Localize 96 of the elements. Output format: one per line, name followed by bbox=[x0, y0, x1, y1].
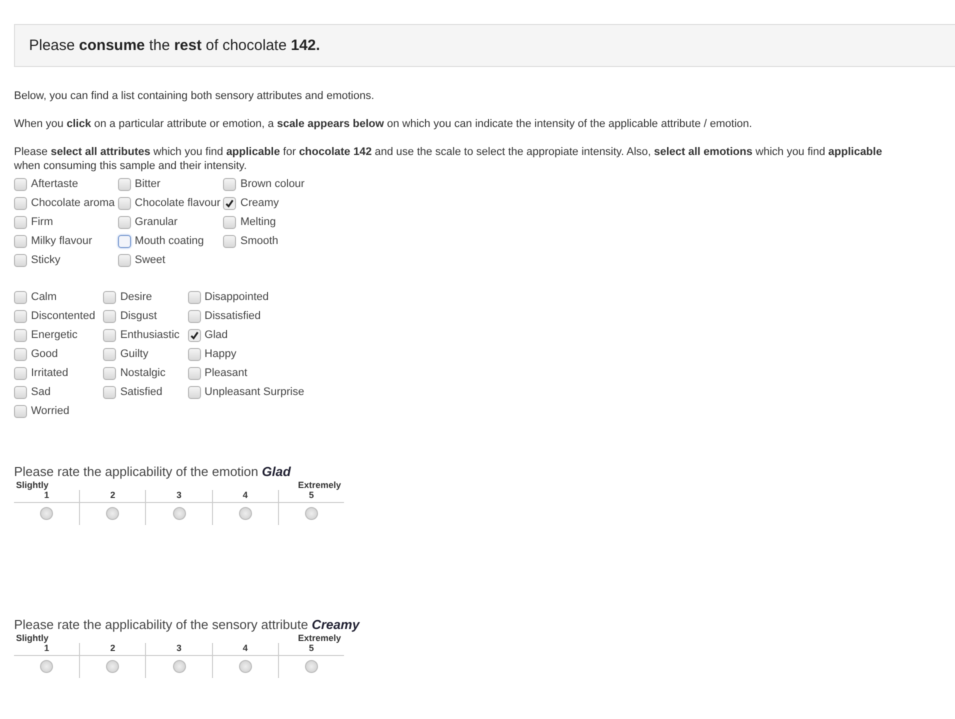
emotion-label[interactable]: Calm bbox=[31, 291, 57, 303]
scale-high-label: Extremely bbox=[298, 480, 342, 490]
radio-button[interactable] bbox=[304, 660, 318, 673]
emotion-label[interactable]: Worried bbox=[31, 405, 70, 417]
radio-button[interactable] bbox=[172, 660, 186, 673]
attribute-label[interactable]: Sweet bbox=[134, 254, 166, 266]
emotion-label[interactable]: Desire bbox=[120, 291, 152, 303]
radio-button[interactable] bbox=[40, 660, 54, 673]
emotion-label[interactable]: Sad bbox=[31, 386, 51, 398]
checkbox[interactable] bbox=[188, 386, 201, 398]
rating-question: Please rate the applicability of the emotion Glad bbox=[14, 464, 292, 479]
emotion-label[interactable]: Disappointed bbox=[204, 291, 269, 303]
checkbox[interactable] bbox=[14, 348, 27, 360]
checkbox[interactable] bbox=[188, 310, 201, 322]
scale-number: 4 bbox=[212, 490, 278, 503]
emotion-label[interactable]: Guilty bbox=[120, 348, 148, 360]
instruction-text: Below, you can find a list containing both sensory attributes and emotions. bbox=[14, 89, 376, 103]
scale-number: 5 bbox=[278, 643, 344, 656]
attribute-label[interactable]: Chocolate flavour bbox=[134, 197, 220, 209]
checkbox[interactable] bbox=[223, 216, 236, 228]
emotion-label[interactable]: Satisfied bbox=[120, 386, 162, 398]
checkbox[interactable] bbox=[14, 328, 27, 342]
checkbox[interactable] bbox=[14, 196, 27, 210]
attribute-label[interactable]: Firm bbox=[31, 216, 53, 228]
emotion-label[interactable]: Pleasant bbox=[204, 367, 248, 379]
checkbox[interactable] bbox=[103, 310, 116, 322]
checkbox[interactable] bbox=[103, 366, 116, 380]
checkbox[interactable] bbox=[14, 234, 27, 248]
scale-low-label: Slightly bbox=[16, 480, 49, 490]
radio-button[interactable] bbox=[40, 507, 54, 520]
attribute-label[interactable]: Aftertaste bbox=[31, 178, 78, 190]
checkbox[interactable] bbox=[118, 178, 131, 190]
emotion-label[interactable]: Unpleasant Surprise bbox=[204, 386, 304, 398]
checkbox[interactable] bbox=[14, 290, 27, 304]
checkbox[interactable] bbox=[14, 404, 27, 418]
scale-number: 5 bbox=[278, 490, 344, 503]
checkbox[interactable] bbox=[103, 386, 116, 398]
checkbox[interactable] bbox=[223, 196, 236, 210]
rating-question: Please rate the applicability of the sensory attribute Creamy bbox=[14, 617, 361, 632]
radio-button[interactable] bbox=[106, 507, 120, 520]
checkbox[interactable] bbox=[118, 234, 131, 248]
radio-button[interactable] bbox=[106, 660, 120, 673]
attribute-label[interactable]: Mouth coating bbox=[134, 235, 204, 247]
emotion-label[interactable]: Good bbox=[31, 348, 58, 360]
scale-number: 2 bbox=[80, 490, 146, 503]
checkbox[interactable] bbox=[14, 366, 27, 380]
emotion-label[interactable]: Irritated bbox=[31, 367, 68, 379]
checkbox[interactable] bbox=[188, 290, 201, 304]
attribute-label[interactable]: Bitter bbox=[134, 178, 160, 190]
question-title: Please consume the rest of chocolate 142. bbox=[29, 37, 320, 54]
scale-high-label: Extremely bbox=[298, 633, 342, 643]
emotion-label[interactable]: Dissatisfied bbox=[204, 310, 261, 322]
checkbox[interactable] bbox=[14, 254, 27, 266]
attribute-label[interactable]: Chocolate aroma bbox=[31, 197, 115, 209]
checkbox[interactable] bbox=[14, 178, 27, 190]
attribute-label[interactable]: Brown colour bbox=[240, 178, 305, 190]
emotion-label[interactable]: Energetic bbox=[31, 329, 78, 341]
scale-number: 3 bbox=[146, 490, 212, 503]
emotion-label[interactable]: Enthusiastic bbox=[120, 329, 180, 341]
scale-number: 4 bbox=[212, 643, 278, 656]
checkbox[interactable] bbox=[103, 348, 116, 360]
scale-low-label: Slightly bbox=[16, 633, 49, 643]
instruction-text: Please select all attributes which you find applicable for chocolate 142 and use the scale to select the appropiate intensity. Also, select all emotions which you find applicable when consuming this sample and their intensity. bbox=[14, 145, 884, 173]
attribute-label[interactable]: Sticky bbox=[31, 254, 60, 266]
attribute-label[interactable]: Smooth bbox=[240, 235, 278, 247]
emotion-label[interactable]: Happy bbox=[204, 348, 236, 360]
attribute-label[interactable]: Melting bbox=[240, 216, 276, 228]
attribute-label[interactable]: Milky flavour bbox=[31, 235, 92, 247]
scale-number: 1 bbox=[14, 490, 80, 503]
checkbox[interactable] bbox=[118, 216, 131, 228]
checkbox[interactable] bbox=[118, 196, 131, 210]
checkbox[interactable] bbox=[14, 216, 27, 228]
checkbox[interactable] bbox=[223, 234, 236, 248]
checkbox[interactable] bbox=[103, 328, 116, 342]
scale-number: 3 bbox=[146, 643, 212, 656]
checkbox[interactable] bbox=[14, 386, 27, 398]
checkbox[interactable] bbox=[223, 178, 236, 190]
checkbox[interactable] bbox=[188, 366, 201, 380]
emotion-label[interactable]: Glad bbox=[204, 329, 228, 341]
checkbox[interactable] bbox=[103, 290, 116, 304]
radio-button[interactable] bbox=[304, 507, 318, 520]
instruction-text: When you click on a particular attribute or emotion, a scale appears below on which you can indicate the intensity of the applicable attribute / emotion. bbox=[14, 117, 754, 131]
emotion-label[interactable]: Disgust bbox=[120, 310, 157, 322]
checkbox[interactable] bbox=[188, 328, 201, 342]
radio-button[interactable] bbox=[172, 507, 186, 520]
radio-button[interactable] bbox=[238, 507, 252, 520]
emotion-label[interactable]: Discontented bbox=[31, 310, 96, 322]
scale-number: 1 bbox=[14, 643, 80, 656]
checkbox[interactable] bbox=[118, 254, 131, 266]
scale-number: 2 bbox=[80, 643, 146, 656]
attribute-label[interactable]: Granular bbox=[134, 216, 178, 228]
radio-button[interactable] bbox=[238, 660, 252, 673]
checkbox[interactable] bbox=[14, 310, 27, 322]
checkbox[interactable] bbox=[188, 348, 201, 360]
emotion-label[interactable]: Nostalgic bbox=[120, 367, 166, 379]
attribute-label[interactable]: Creamy bbox=[240, 197, 279, 209]
